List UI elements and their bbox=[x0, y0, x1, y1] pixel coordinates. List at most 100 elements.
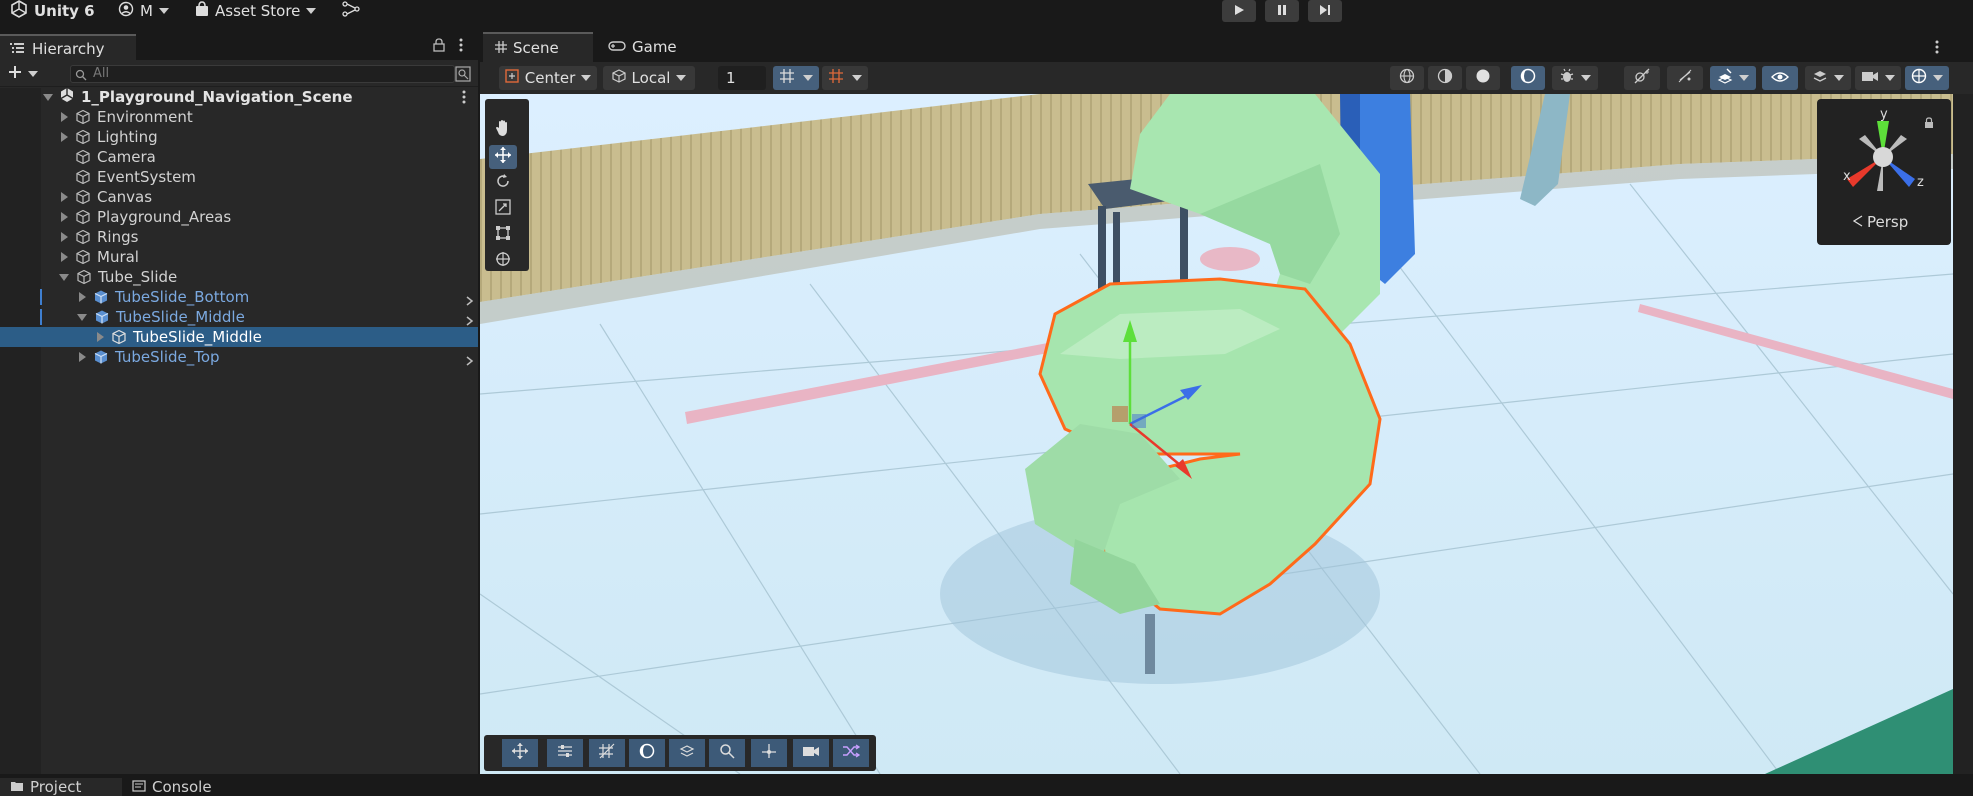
transform-icon bbox=[495, 251, 511, 271]
audio-toggle[interactable] bbox=[1667, 66, 1703, 90]
expand-arrow-icon[interactable] bbox=[61, 112, 68, 122]
effects-dropdown[interactable] bbox=[1710, 66, 1756, 90]
expand-arrow-icon[interactable] bbox=[61, 212, 68, 222]
search-options-icon[interactable] bbox=[455, 66, 471, 86]
rotate-tool[interactable] bbox=[489, 171, 517, 195]
lock-icon[interactable] bbox=[433, 38, 445, 56]
camera-settings-dropdown[interactable] bbox=[1855, 66, 1901, 90]
chevron-right-icon[interactable] bbox=[466, 352, 474, 370]
tab-game[interactable]: Game bbox=[596, 32, 689, 62]
increment-snap-toggle[interactable] bbox=[822, 66, 868, 90]
perspective-icon bbox=[1852, 213, 1863, 231]
expand-arrow-icon[interactable] bbox=[97, 332, 104, 342]
hierarchy-item-tubeslide-bottom[interactable]: TubeSlide_Bottom bbox=[0, 287, 478, 307]
step-button[interactable] bbox=[1308, 0, 1342, 22]
gameobject-cube-icon bbox=[75, 229, 91, 245]
hierarchy-item-mural[interactable]: Mural bbox=[0, 247, 478, 267]
expand-arrow-icon[interactable] bbox=[43, 93, 53, 101]
gizmos-dropdown[interactable] bbox=[1905, 66, 1949, 90]
unity-menu[interactable]: Unity 6 bbox=[10, 0, 95, 22]
draw-mode-shaded[interactable] bbox=[1466, 66, 1500, 90]
tab-hierarchy[interactable]: Hierarchy bbox=[0, 34, 136, 62]
grid-size-input[interactable]: 1 bbox=[718, 66, 766, 90]
tab-project[interactable]: Project bbox=[0, 778, 136, 796]
scale-tool[interactable] bbox=[489, 197, 517, 221]
hierarchy-item-eventsystem[interactable]: EventSystem bbox=[0, 167, 478, 187]
transform-tool[interactable] bbox=[489, 249, 517, 273]
overlay-settings-button[interactable] bbox=[547, 739, 583, 767]
list-icon bbox=[10, 40, 24, 58]
space-dropdown[interactable]: Local bbox=[603, 66, 695, 90]
space-label: Local bbox=[631, 69, 671, 87]
expand-arrow-icon[interactable] bbox=[61, 252, 68, 262]
hierarchy-item-rings[interactable]: Rings bbox=[0, 227, 478, 247]
hand-tool[interactable] bbox=[489, 118, 517, 142]
debug-draw-dropdown[interactable] bbox=[1552, 66, 1598, 90]
overlay-shuffle-button[interactable] bbox=[833, 739, 869, 767]
chevron-down-icon bbox=[28, 71, 38, 77]
asset-store-button[interactable]: Asset Store bbox=[195, 0, 317, 22]
camera-icon bbox=[1861, 69, 1879, 87]
expand-arrow-icon[interactable] bbox=[59, 273, 69, 281]
overlay-camera-button[interactable] bbox=[793, 739, 829, 767]
account-dropdown[interactable]: M bbox=[118, 0, 169, 22]
more-options-icon[interactable] bbox=[462, 90, 466, 108]
rect-tool[interactable] bbox=[489, 223, 517, 247]
expand-arrow-icon[interactable] bbox=[79, 292, 86, 302]
hierarchy-item-tubeslide-middle[interactable]: TubeSlide_Middle bbox=[0, 307, 478, 327]
overlay-search-button[interactable] bbox=[709, 739, 745, 767]
overlay-move-button[interactable] bbox=[502, 739, 538, 767]
tab-console[interactable]: Console bbox=[122, 778, 222, 796]
overlay-layers-button[interactable] bbox=[669, 739, 705, 767]
gameobject-cube-icon bbox=[75, 189, 91, 205]
sphere-icon bbox=[1475, 68, 1491, 88]
expand-arrow-icon[interactable] bbox=[61, 232, 68, 242]
pivot-dropdown[interactable]: Center bbox=[499, 66, 597, 90]
expand-arrow-icon[interactable] bbox=[61, 192, 68, 202]
play-button[interactable] bbox=[1222, 0, 1256, 22]
tab-scene[interactable]: Scene bbox=[483, 32, 593, 62]
hierarchy-item-tubeslide-top[interactable]: TubeSlide_Top bbox=[0, 347, 478, 367]
draw-mode-shaded-wireframe[interactable] bbox=[1428, 66, 1462, 90]
projection-toggle[interactable]: Persp bbox=[1852, 213, 1908, 231]
draw-mode-wireframe[interactable] bbox=[1390, 66, 1424, 90]
hierarchy-search-input[interactable]: All bbox=[70, 65, 455, 83]
overlay-shading-button[interactable] bbox=[629, 739, 665, 767]
create-button[interactable] bbox=[8, 65, 38, 83]
hierarchy-item-camera[interactable]: Camera bbox=[0, 147, 478, 167]
pause-button[interactable] bbox=[1265, 0, 1299, 22]
scene-render[interactable] bbox=[480, 94, 1953, 774]
search-icon bbox=[75, 67, 87, 85]
hierarchy-item-canvas[interactable]: Canvas bbox=[0, 187, 478, 207]
lock-icon[interactable] bbox=[1924, 115, 1934, 133]
unity-scene-icon bbox=[59, 87, 75, 107]
hierarchy-item-playground-areas[interactable]: Playground_Areas bbox=[0, 207, 478, 227]
audio-off-icon bbox=[1676, 68, 1694, 88]
expand-arrow-icon[interactable] bbox=[61, 132, 68, 142]
hierarchy-item-label: TubeSlide_Middle bbox=[133, 328, 262, 346]
expand-arrow-icon[interactable] bbox=[79, 352, 86, 362]
move-tool[interactable] bbox=[489, 145, 517, 169]
gameobject-cube-icon bbox=[75, 209, 91, 225]
more-options-icon[interactable] bbox=[459, 38, 463, 56]
version-control-button[interactable] bbox=[342, 0, 360, 22]
scene-viewport[interactable] bbox=[480, 94, 1953, 774]
expand-arrow-icon[interactable] bbox=[77, 313, 87, 321]
grid-snap-toggle[interactable] bbox=[773, 66, 819, 90]
overlay-nav-button[interactable] bbox=[751, 739, 787, 767]
game-tab-label: Game bbox=[632, 38, 677, 56]
hierarchy-item-tubeslide-middle-child[interactable]: TubeSlide_Middle bbox=[0, 327, 478, 347]
hierarchy-item-tube-slide[interactable]: Tube_Slide bbox=[0, 267, 478, 287]
hierarchy-item-lighting[interactable]: Lighting bbox=[0, 127, 478, 147]
hidden-objects-dropdown[interactable] bbox=[1805, 66, 1851, 90]
overlay-grid-button[interactable] bbox=[589, 739, 625, 767]
more-options-icon[interactable] bbox=[1935, 40, 1939, 58]
scene-lighting-toggle[interactable] bbox=[1624, 66, 1660, 90]
draw-mode-lit[interactable] bbox=[1511, 66, 1545, 90]
scene-visibility-toggle[interactable] bbox=[1762, 66, 1798, 90]
orientation-gizmo[interactable]: y x z Persp bbox=[1817, 99, 1951, 245]
increment-snap-icon bbox=[828, 68, 846, 88]
scene-tab-label: Scene bbox=[513, 39, 559, 57]
hierarchy-item-environment[interactable]: Environment bbox=[0, 107, 478, 127]
scene-root-row[interactable]: 1_Playground_Navigation_Scene bbox=[0, 87, 478, 107]
